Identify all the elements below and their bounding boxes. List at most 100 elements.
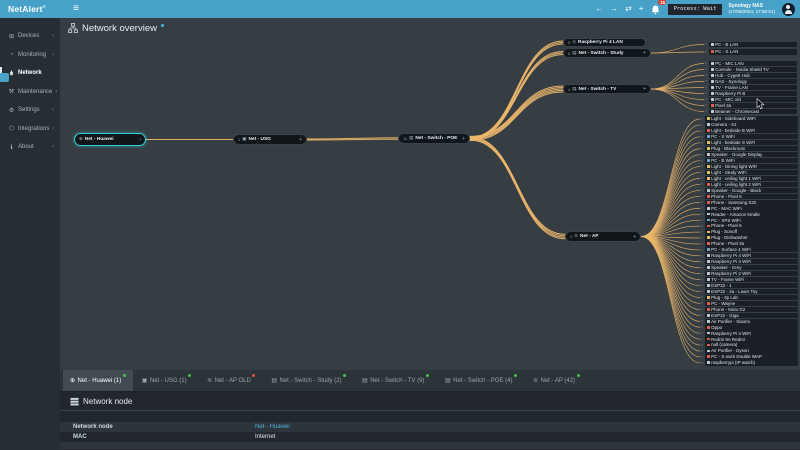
device-light-dining-light-wifi[interactable]: Light - Dining light WiFi [705, 164, 798, 169]
device-pc-surface-4-wifi[interactable]: PC - Surface 4 WiFi [705, 247, 798, 252]
node-expand-icon[interactable]: + [299, 137, 302, 143]
device-pc-mac-wifi[interactable]: PC - MAC WiFi [705, 205, 798, 210]
device-air-purifier-dyson[interactable]: Air Purifier - Dyson [705, 348, 798, 353]
device-phone-samsung-s20[interactable]: Phone - Samsung S20 [705, 200, 798, 205]
node-rpi4lan[interactable]: 5⊙Raspberry Pi 4 LAN [563, 38, 646, 47]
device-raspberry-pi-4-wifi[interactable]: Raspberry Pi 4 WiFi [705, 330, 798, 335]
device-reader-amazon-kindle[interactable]: Reader - Amazon Kindle [705, 211, 798, 216]
device-light-bedside-s-wifi[interactable]: Light - bedside S WiFi [705, 140, 798, 145]
user-avatar[interactable] [782, 3, 795, 16]
device-plug-blackroom[interactable]: Plug - Blackroom [705, 146, 798, 151]
device-esp32-giga[interactable]: ESP32 - Giga [705, 313, 798, 318]
device-oppo[interactable]: Oppo [705, 324, 798, 329]
device-raspberry-pi-b[interactable]: Raspberry Pi B [709, 91, 797, 96]
node-expand-icon[interactable]: + [643, 50, 646, 56]
tab-net-switch-study-2[interactable]: ▤Net - Switch - Study (2) [264, 370, 353, 391]
sidebar-item-integrations[interactable]: ⬡Integrations‹ [0, 120, 60, 139]
node-ap[interactable]: 2≋Net - AP+ [565, 231, 641, 242]
device-redmi-9a-redmi[interactable]: Redmi 9A Redmi [705, 336, 798, 341]
menu-icon[interactable]: ≡ [73, 4, 79, 14]
tab-net-usg-1[interactable]: ▣Net - USG (1) [135, 370, 198, 391]
device-pc-b-wifi[interactable]: PC - B WiFi [705, 158, 798, 163]
device-speaker-google-black[interactable]: Speaker - Google - Black [705, 188, 798, 193]
brand-logo[interactable]: NetAlert® [0, 4, 64, 14]
device-pixel-3a[interactable]: Pixel 3a [709, 103, 797, 108]
device-pc-b-lan[interactable]: PC - B LAN [709, 42, 797, 47]
refresh-icon[interactable]: ⇄ [625, 5, 632, 13]
device-esp32-2a-laser-toy[interactable]: ESP32 - 2a - Laser Toy [705, 289, 798, 294]
node-tv[interactable]: 4▤Net - Switch - TV+ [563, 84, 651, 94]
device-nas-synology[interactable]: NAS - Synology [709, 79, 797, 84]
device-raspberrypi-ip-watch[interactable]: raspberrypi (IP watch) [705, 360, 798, 365]
device-phone-moto-g2[interactable]: Phone - Moto G2 [705, 307, 798, 312]
notifications-bell-icon[interactable]: 15 [650, 3, 661, 15]
device-phone-pixel-3a[interactable]: Phone - Pixel 3a [705, 241, 798, 246]
device-label: Phone - Pixel 6 [711, 223, 742, 228]
device-pc-s-lan[interactable]: PC - S LAN [709, 49, 797, 54]
node-expand-icon[interactable]: + [643, 86, 646, 92]
device-label: TV - Frame WiFi [711, 277, 744, 282]
device-plug-dishwasher[interactable]: Plug - Dishwasher [705, 235, 798, 240]
wifi-icon: ≈ [701, 319, 703, 323]
device-light-ceiling-light-2-wifi[interactable]: Light - ceiling light 2 WiFi [705, 182, 798, 187]
device-tv-frame-wifi[interactable]: TV - Frame WiFi [705, 277, 798, 282]
device-pc-s-work-double-wap[interactable]: PC - S work Double WAP [705, 354, 798, 359]
node-poe[interactable]: 11▤Net - Switch - POE+ [398, 133, 470, 144]
device-light-sideboard-wifi[interactable]: Light - Sideboard WiFi [705, 116, 798, 121]
device-light-bedside-b-wifi[interactable]: Light - bedside B WiFi [705, 128, 798, 133]
device-pc-wayne[interactable]: PC - Wayne [705, 301, 798, 306]
device-pc-mic-old[interactable]: PC - MIC old [709, 97, 797, 102]
node-huawei[interactable]: ⊕Net - Huawei› [74, 133, 146, 146]
device-pc-mic-lan[interactable]: PC - MIC LAN [709, 61, 797, 66]
sidebar-item-about[interactable]: ℹAbout‹ [0, 138, 60, 157]
device-phone-pixel-6[interactable]: Phone - Pixel 6 [705, 223, 798, 228]
device-plug-sonoff[interactable]: Plug - Sonoff [705, 229, 798, 234]
sidebar-item-devices[interactable]: ⊞Devices‹ [0, 27, 60, 46]
node-usg[interactable]: 1▣Net - USG+ [233, 134, 307, 145]
device-tv-frame-lan[interactable]: TV - Frame LAN [709, 85, 797, 90]
forward-icon[interactable]: → [610, 5, 618, 13]
device-light-ceiling-light-1-wifi[interactable]: Light - ceiling light 1 WiFi [705, 176, 798, 181]
node-expand-icon[interactable]: › [139, 137, 141, 143]
device-camera-s1[interactable]: Camera - S1 [705, 122, 798, 127]
wifi-icon: ≈ [701, 337, 703, 341]
device-row: ≈Plug - Sonoff [701, 229, 798, 234]
device-speaker-grey[interactable]: Speaker - Grey [705, 265, 798, 270]
device-pc-xps-wifi[interactable]: PC - XPS WiFi [705, 217, 798, 222]
device-speaker-google-display[interactable]: Speaker - Google Display [705, 152, 798, 157]
device-air-purifier-xiaomi[interactable]: Air Purifier - Xiaomi [705, 319, 798, 324]
device-pc-s-wifi[interactable]: PC - S WiFi [705, 134, 798, 139]
tab-net-huawei-1[interactable]: ⊕Net - Huawei (1) [63, 370, 133, 391]
sidebar-toggle-handle[interactable] [0, 73, 9, 82]
device-row: ≈ESP32 - 2a - Laser Toy [701, 289, 798, 294]
device-beamer-chromecast[interactable]: Beamer - Chromecast [709, 109, 797, 114]
tab-net-ap-42[interactable]: ≋Net - AP (42) [526, 370, 587, 391]
table-row-value[interactable]: Net - Huawei [255, 424, 290, 430]
sidebar-item-monitoring[interactable]: ◔Monitoring‹ [0, 46, 60, 65]
process-status-chip: Process: Wait [668, 4, 721, 15]
sidebar-item-network[interactable]: ⋔Network [0, 64, 60, 83]
status-dot-green [426, 374, 429, 377]
device-raspberry-pi-2-wifi[interactable]: Raspberry Pi 2 WiFi [705, 271, 798, 276]
device-light-study-wifi[interactable]: Light - Study WiFi [705, 170, 798, 175]
device-console-nvidia-shield-tv[interactable]: Console - Nvidia Shield TV [709, 67, 797, 72]
node-expand-icon[interactable]: + [462, 136, 465, 142]
move-icon[interactable]: + [639, 5, 644, 13]
device-raspberry-pi-3-wifi[interactable]: Raspberry Pi 3 WiFi [705, 259, 798, 264]
node-expand-icon[interactable]: + [633, 234, 636, 240]
tab-net-switch-poe-4[interactable]: ▤Net - Switch - POE (4) [438, 370, 524, 391]
info-badge-icon[interactable] [161, 24, 164, 27]
device-row: ≈TV - Frame WiFi [701, 277, 798, 282]
node-study[interactable]: 8▤Net - Switch - Study+ [563, 48, 651, 58]
device-hub-cygett-hub[interactable]: Hub - Cygett Hub [709, 73, 797, 78]
device-raspberry-pi-4-wifi[interactable]: Raspberry Pi 4 WiFi [705, 253, 798, 258]
device-esp32-1[interactable]: ESP32 - 1 [705, 283, 798, 288]
sidebar-item-maintenance[interactable]: ⚒Maintenance‹ [0, 83, 60, 102]
device-plug-3p-lab[interactable]: Plug - 3p Lab [705, 295, 798, 300]
tab-net-switch-tv-9[interactable]: ▤Net - Switch - TV (9) [355, 370, 436, 391]
back-icon[interactable]: ← [595, 5, 603, 13]
sidebar-item-settings[interactable]: ⚙Settings‹ [0, 101, 60, 120]
tab-net-ap-old[interactable]: ≋Net - AP OLD [200, 370, 262, 391]
device-null-camera[interactable]: null (camera) [705, 342, 798, 347]
device-phone-pixel-6[interactable]: Phone - Pixel 6 [705, 194, 798, 199]
